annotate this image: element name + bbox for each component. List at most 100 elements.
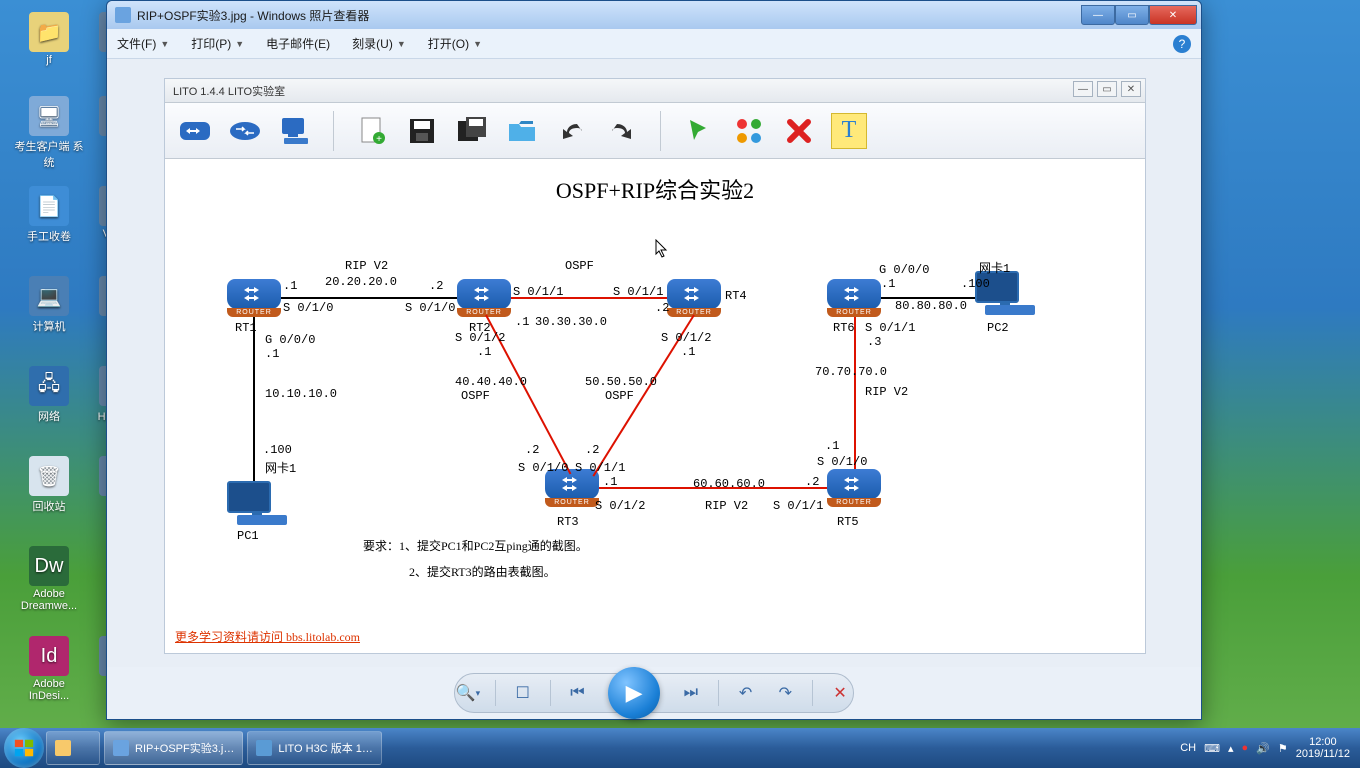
taskbar-item-label: LITO H3C 版本 1… [278, 740, 373, 756]
windows-logo-icon [13, 737, 35, 759]
photoviewer-icon [113, 740, 129, 756]
system-tray[interactable]: CH ⌨ ▴ ● 🔊 ⚑ 12:002019/11/12 [1180, 736, 1356, 760]
photo-viewer-window: RIP+OSPF实验3.jpg - Windows 照片查看器 — ▭ ✕ 文件… [106, 0, 1202, 720]
slideshow-button[interactable]: ▶ [608, 667, 660, 719]
menu-burn[interactable]: 刻录(U)▼ [352, 35, 406, 52]
lito-close-icon: ✕ [1121, 81, 1141, 97]
tray-chevron-icon[interactable]: ▴ [1228, 742, 1234, 755]
fit-button[interactable]: ☐ [510, 680, 536, 706]
zoom-button[interactable]: 🔍▾ [455, 680, 481, 706]
rotate-left-button[interactable]: ↶ [733, 680, 759, 706]
label: 50.50.50.0 [585, 375, 657, 389]
keyboard-icon[interactable]: ⌨ [1204, 742, 1220, 755]
desktop-icon-computer[interactable]: 💻计算机 [14, 276, 84, 334]
label: 80.80.80.0 [895, 299, 967, 313]
rotate-right-button[interactable]: ↷ [772, 680, 798, 706]
mouse-cursor-icon [655, 239, 669, 259]
footer-link: 更多学习资料请访问 bbs.litolab.com [175, 628, 360, 645]
action-center-icon[interactable]: ⚑ [1278, 742, 1288, 755]
label: 10.10.10.0 [265, 387, 337, 401]
desktop-icon[interactable]: 📁jf [14, 12, 84, 66]
label: RIP V2 [865, 385, 908, 399]
delete-tool-icon [781, 113, 817, 149]
menu-print[interactable]: 打印(P)▼ [191, 35, 244, 52]
viewer-bottom-toolbar: 🔍▾ ☐ ⏮ ▶ ⏭ ↶ ↷ ✕ [107, 667, 1201, 719]
help-icon[interactable]: ? [1173, 35, 1191, 53]
next-button[interactable]: ⏭ [678, 680, 704, 706]
menu-open[interactable]: 打开(O)▼ [428, 35, 482, 52]
folder-icon [55, 740, 71, 756]
taskbar-item-photoviewer[interactable]: RIP+OSPF实验3.j… [104, 731, 243, 765]
label: PC2 [987, 321, 1009, 335]
label: RT4 [725, 289, 747, 303]
pc-tool-icon [277, 113, 313, 149]
label: RIP V2 [705, 499, 748, 513]
desktop-icon-recycle[interactable]: 🗑回收站 [14, 456, 84, 514]
label: 30.30.30.0 [535, 315, 607, 329]
select-tool-icon [681, 113, 717, 149]
maximize-button[interactable]: ▭ [1115, 5, 1149, 25]
new-file-icon: + [354, 113, 390, 149]
label: .1 [603, 475, 617, 489]
app-icon [115, 7, 131, 23]
label: .2 [585, 443, 599, 457]
volume-icon[interactable]: 🔊 [1256, 742, 1270, 755]
label: S 0/1/0 [283, 301, 333, 315]
label: .100 [263, 443, 292, 457]
taskbar-pinned-explorer[interactable] [46, 731, 100, 765]
clock[interactable]: 12:002019/11/12 [1296, 736, 1350, 760]
lito-toolbar: + T [165, 103, 1145, 159]
label: .1 [515, 315, 529, 329]
prev-button[interactable]: ⏮ [565, 680, 591, 706]
desktop-icon[interactable]: 📄手工收卷 [14, 186, 84, 244]
label: G 0/0/0 [879, 263, 929, 277]
window-title: RIP+OSPF实验3.jpg - Windows 照片查看器 [137, 7, 1081, 24]
minimize-button[interactable]: — [1081, 5, 1115, 25]
label: S 0/1/0 [405, 301, 455, 315]
router-tool-icon [177, 113, 213, 149]
delete-button[interactable]: ✕ [827, 680, 853, 706]
label: RT3 [557, 515, 579, 529]
label: .2 [805, 475, 819, 489]
displayed-image: LITO 1.4.4 LITO实验室 — ▭ ✕ + [165, 79, 1145, 653]
label: S 0/1/1 [773, 499, 823, 513]
record-icon[interactable]: ● [1242, 742, 1249, 754]
desktop-icon[interactable]: 🖥考生客户端 系统 [14, 96, 84, 170]
menu-file[interactable]: 文件(F)▼ [117, 35, 169, 52]
menu-email[interactable]: 电子邮件(E) [266, 35, 330, 52]
topology-canvas: OSPF+RIP综合实验2 ROUTER ROUTER ROUTER ROUTE… [165, 159, 1145, 653]
label: RT1 [235, 321, 257, 335]
text-tool-icon: T [831, 113, 867, 149]
switch-tool-icon [227, 113, 263, 149]
window-titlebar[interactable]: RIP+OSPF实验3.jpg - Windows 照片查看器 — ▭ ✕ [107, 1, 1201, 29]
label: S 0/1/1 [865, 321, 915, 335]
label: S 0/1/2 [595, 499, 645, 513]
desktop-icon[interactable]: IdAdobe InDesi... [14, 636, 84, 702]
lito-icon [256, 740, 272, 756]
label: PC1 [237, 529, 259, 543]
label: 60.60.60.0 [693, 477, 765, 491]
taskbar-item-lito[interactable]: LITO H3C 版本 1… [247, 731, 382, 765]
start-button[interactable] [4, 728, 44, 768]
label: .100 [961, 277, 990, 291]
label: 网卡1 [265, 459, 296, 476]
svg-text:+: + [376, 134, 382, 145]
label: .1 [681, 345, 695, 359]
lito-minimize-icon: — [1073, 81, 1093, 97]
router-rt1: ROUTER [227, 279, 281, 317]
diagram-title: OSPF+RIP综合实验2 [165, 173, 1145, 205]
label: .1 [265, 347, 279, 361]
ime-indicator[interactable]: CH [1180, 742, 1196, 754]
label: RIP V2 [345, 259, 388, 273]
desktop-icon-network[interactable]: 🖧网络 [14, 366, 84, 424]
label: RT6 [833, 321, 855, 335]
router-rt2: ROUTER [457, 279, 511, 317]
label: S 0/1/2 [455, 331, 505, 345]
label: .1 [881, 277, 895, 291]
label: RT5 [837, 515, 859, 529]
close-button[interactable]: ✕ [1149, 5, 1197, 25]
label: .1 [477, 345, 491, 359]
label: OSPF [605, 389, 634, 403]
desktop-icon[interactable]: DwAdobe Dreamwe... [14, 546, 84, 612]
label: .3 [867, 335, 881, 349]
